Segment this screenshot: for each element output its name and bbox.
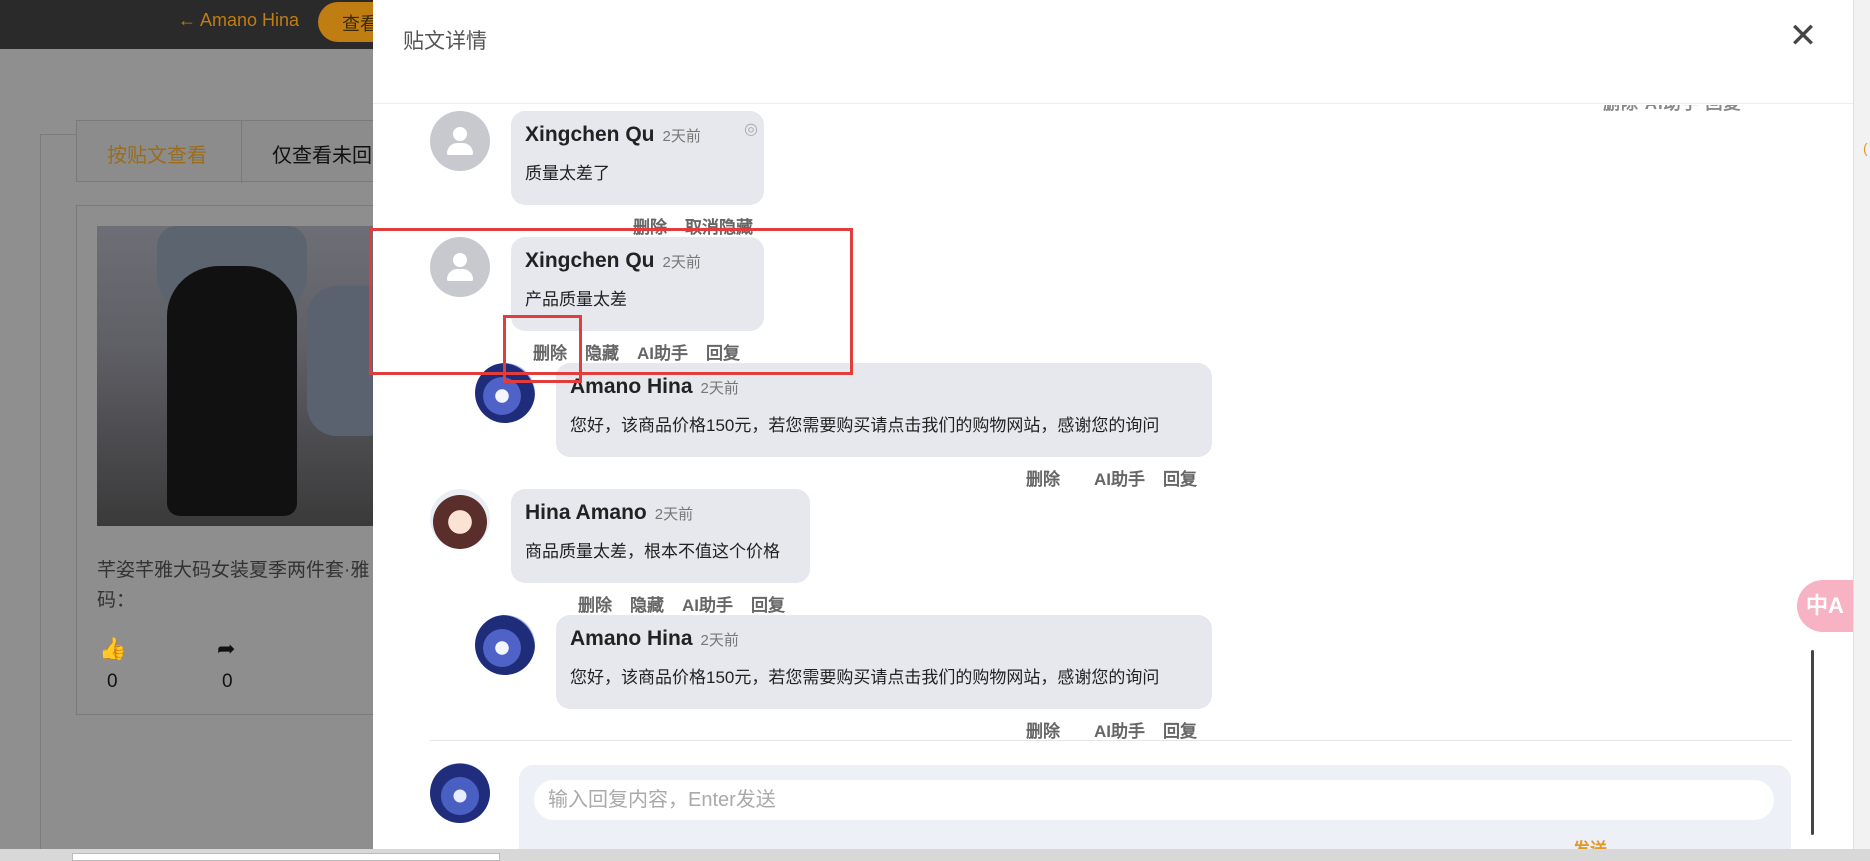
page: ← Amano Hina 查看 按贴文查看 仅查看未回 芊姿芊雅大码女装夏季两件…	[0, 0, 1870, 861]
avatar[interactable]	[430, 111, 490, 171]
ai-assistant-button[interactable]: AI助手	[1094, 722, 1145, 741]
comment-user[interactable]: Xingchen Qu	[525, 123, 655, 146]
comment-text: 您好，该商品价格150元，若您需要购买请点击我们的购物网站，感谢您的询问	[570, 668, 1160, 687]
avatar[interactable]	[430, 489, 490, 549]
right-edge	[1853, 0, 1870, 861]
drawer-title: 贴文详情	[403, 30, 487, 53]
delete-button[interactable]: 删除	[1026, 470, 1060, 489]
reply-bubble: Amano Hina 2天前 您好，该商品价格150元，若您需要购买请点击我们的购…	[556, 363, 1212, 457]
dress-shape	[167, 266, 297, 516]
delete-button[interactable]: 删除	[578, 596, 612, 615]
share-count: 0	[222, 671, 233, 692]
highlight-box	[369, 228, 853, 375]
clipped-actions: 删除 AI助手 回复	[1603, 105, 1741, 114]
bottom-tab	[72, 853, 500, 861]
comment-time: 2天前	[662, 128, 701, 145]
scrollbar[interactable]	[1811, 650, 1814, 835]
comment-time: 2天前	[700, 632, 739, 649]
comment-user[interactable]: Hina Amano	[525, 501, 647, 524]
delete-button[interactable]: 删除	[1026, 722, 1060, 741]
send-button[interactable]: 发送	[1573, 835, 1607, 849]
comment-text: 商品质量太差，根本不值这个价格	[525, 542, 780, 561]
translate-icon[interactable]: 中A	[1797, 580, 1853, 632]
comment-actions: 删除 AI助手 回复	[1026, 717, 1197, 742]
hide-button[interactable]: 隐藏	[630, 596, 664, 615]
tab-unreplied[interactable]: 仅查看未回	[272, 139, 372, 168]
comment-bubble: Hina Amano 2天前 商品质量太差，根本不值这个价格	[511, 489, 810, 583]
product-image	[97, 226, 397, 526]
comment-user[interactable]: Amano Hina	[570, 627, 693, 650]
comment-time: 2天前	[654, 506, 694, 523]
comment-text: 您好，该商品价格150元，若您需要购买请点击我们的购物网站，感谢您的询问	[570, 416, 1160, 435]
current-user-avatar	[430, 763, 490, 823]
comment-actions: 删除 AI助手 回复	[1026, 465, 1197, 490]
close-icon[interactable]: ✕	[1783, 18, 1823, 58]
highlight-box-delete	[503, 315, 582, 383]
ai-assistant-button[interactable]: AI助手	[1094, 470, 1145, 489]
drawer-header: 贴文详情 ✕	[373, 0, 1853, 104]
divider	[430, 740, 1792, 741]
comment-time: 2天前	[700, 380, 739, 397]
reply-input[interactable]	[534, 780, 1774, 820]
reply-button[interactable]: 回复	[751, 596, 785, 615]
tab-by-post[interactable]: 按贴文查看	[107, 139, 207, 168]
comment-text: 质量太差了	[525, 164, 610, 183]
comment-user[interactable]: Amano Hina	[570, 375, 693, 398]
back-link[interactable]: ← Amano Hina	[178, 10, 299, 31]
thumbs-up-icon[interactable]: 👍	[99, 636, 126, 662]
avatar[interactable]	[475, 615, 535, 675]
post-detail-drawer: 贴文详情 ✕ 删除 AI助手 回复 ◎ Xingchen Qu 2天前 质量太差了…	[373, 0, 1853, 849]
ai-assistant-button[interactable]: AI助手	[682, 596, 733, 615]
share-icon[interactable]: ➦	[217, 636, 235, 662]
comment-actions: 删除 隐藏 AI助手 回复	[578, 591, 785, 616]
tab-divider	[241, 121, 242, 183]
eye-off-icon: ◎	[744, 121, 758, 138]
comment-bubble: ◎ Xingchen Qu 2天前 质量太差了	[511, 111, 764, 205]
comments-list[interactable]: 删除 AI助手 回复 ◎ Xingchen Qu2天前 质量太差了 删除取消隐藏…	[373, 105, 1853, 849]
reply-button[interactable]: 回复	[1163, 470, 1197, 489]
like-count: 0	[107, 671, 118, 692]
edge-marker-icon: (	[1863, 140, 1868, 156]
reply-button[interactable]: 回复	[1163, 722, 1197, 741]
reply-bubble: Amano Hina 2天前 您好，该商品价格150元，若您需要购买请点击我们的购…	[556, 615, 1212, 709]
